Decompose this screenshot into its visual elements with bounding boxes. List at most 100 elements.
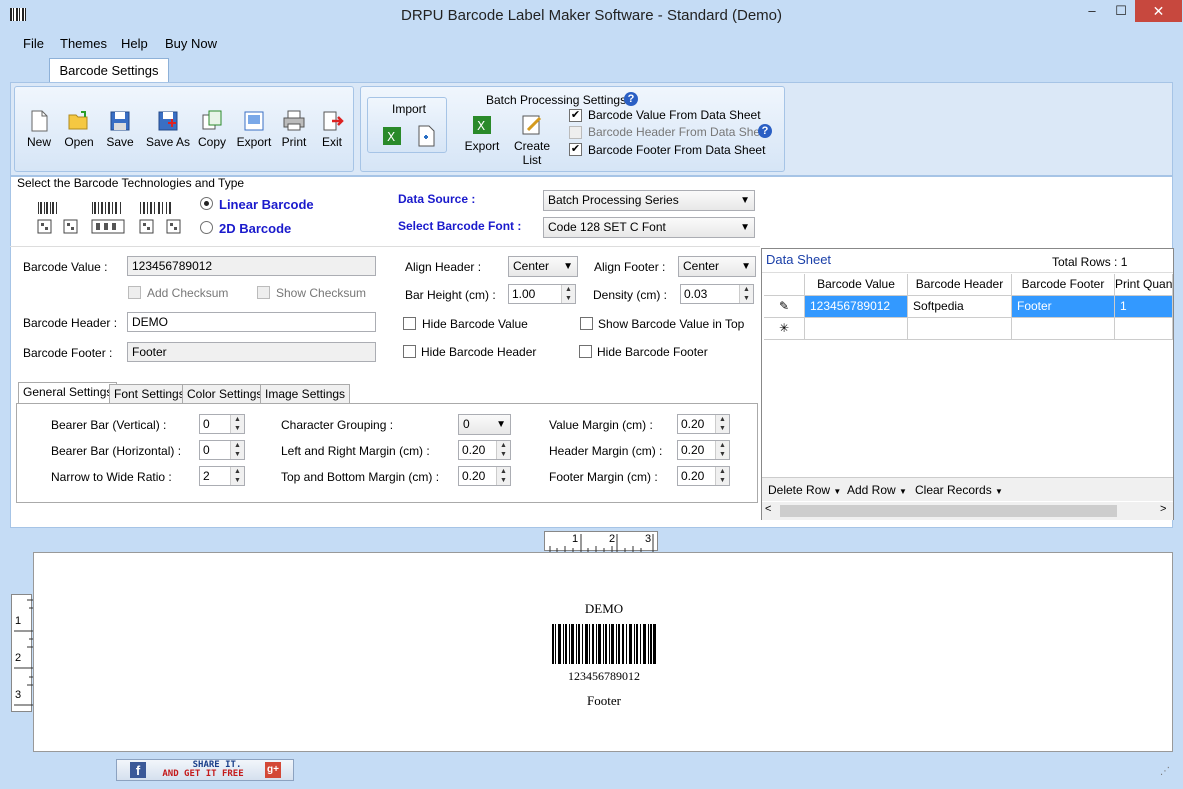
spin-arrows-icon[interactable]: ▲ ▼ (496, 441, 510, 459)
tab-general-settings[interactable]: General Settings (18, 382, 118, 404)
table-cell[interactable]: 1 (1115, 296, 1173, 318)
facebook-icon[interactable]: f (130, 762, 146, 778)
bar-height-stepper[interactable]: 1.00 ▲ ▼ (508, 284, 576, 304)
linear-barcode-label[interactable]: Linear Barcode (219, 197, 314, 212)
tab-font-settings[interactable]: Font Settings (109, 384, 190, 404)
resize-grip-icon[interactable]: ⋰ (1160, 766, 1170, 777)
add-row-button[interactable]: Add Row ▼ (847, 483, 907, 497)
align-header-select[interactable]: Center ▼ (508, 256, 578, 277)
import-file-icon[interactable] (414, 124, 438, 148)
export-button[interactable]: Export (232, 109, 276, 149)
table-cell[interactable] (1012, 318, 1115, 340)
value-from-sheet-checkbox[interactable]: ✔ (569, 109, 582, 122)
hide-header-checkbox[interactable] (403, 345, 416, 358)
barcode-font-select[interactable]: Code 128 SET C Font ▼ (543, 217, 755, 238)
spin-arrows-icon[interactable]: ▲ ▼ (715, 467, 729, 485)
data-sheet-panel: Data Sheet Total Rows : 1 Barcode Value … (761, 248, 1174, 520)
2d-barcode-radio[interactable] (200, 221, 213, 234)
table-cell[interactable] (908, 318, 1012, 340)
spin-arrows-icon[interactable]: ▲ ▼ (739, 285, 753, 303)
save-as-icon (158, 111, 178, 131)
tab-barcode-settings[interactable]: Barcode Settings (49, 58, 169, 83)
copy-button[interactable]: Copy (190, 109, 234, 149)
menu-buy-now[interactable]: Buy Now (165, 36, 217, 51)
save-as-button[interactable]: Save As (143, 109, 193, 149)
barcode-label-preview[interactable]: DEMO 123456789012 Footer (547, 595, 661, 713)
save-button[interactable]: Save (98, 109, 142, 149)
header-from-sheet-checkbox[interactable] (569, 126, 582, 139)
footer-margin-stepper[interactable]: 0.20 ▲ ▼ (677, 466, 730, 486)
window-title: DRPU Barcode Label Maker Software - Stan… (401, 7, 782, 24)
barcode-type-thumbnails[interactable] (36, 200, 184, 236)
barcode-footer-input[interactable]: Footer (127, 342, 376, 362)
bearer-vertical-stepper[interactable]: 0 ▲ ▼ (199, 414, 245, 434)
data-source-select[interactable]: Batch Processing Series ▼ (543, 190, 755, 211)
tech-title: Select the Barcode Technologies and Type (17, 176, 245, 190)
footer-from-sheet-checkbox[interactable]: ✔ (569, 143, 582, 156)
share-banner[interactable]: f SHARE IT. AND GET IT FREE g+ (116, 759, 294, 781)
show-value-top-checkbox[interactable] (580, 317, 593, 330)
add-checksum-checkbox[interactable] (128, 286, 141, 299)
show-checksum-checkbox[interactable] (257, 286, 270, 299)
column-header[interactable]: Barcode Header (908, 274, 1012, 296)
total-rows: Total Rows : 1 (1052, 255, 1128, 269)
bearer-horizontal-stepper[interactable]: 0 ▲ ▼ (199, 440, 245, 460)
tab-color-settings[interactable]: Color Settings (182, 384, 268, 404)
2d-barcode-label[interactable]: 2D Barcode (219, 221, 291, 236)
spin-arrows-icon[interactable]: ▲ ▼ (715, 441, 729, 459)
google-plus-icon[interactable]: g+ (265, 762, 281, 778)
align-footer-select[interactable]: Center ▼ (678, 256, 756, 277)
menu-file[interactable]: File (23, 36, 44, 51)
menu-themes[interactable]: Themes (60, 36, 107, 51)
spin-arrows-icon[interactable]: ▲ ▼ (715, 415, 729, 433)
header-from-sheet-label: Barcode Header From Data Sheet (588, 125, 771, 139)
new-row-icon[interactable]: ✳ (764, 318, 805, 340)
exit-button[interactable]: Exit (310, 109, 354, 149)
scroll-left-icon[interactable]: < (765, 503, 771, 515)
barcode-header-input[interactable]: DEMO (127, 312, 376, 332)
char-grouping-select[interactable]: 0 ▼ (458, 414, 511, 435)
scroll-right-icon[interactable]: > (1160, 503, 1166, 515)
spin-arrows-icon[interactable]: ▲ ▼ (230, 467, 244, 485)
lr-margin-stepper[interactable]: 0.20 ▲ ▼ (458, 440, 511, 460)
hide-value-checkbox[interactable] (403, 317, 416, 330)
save-label: Save (106, 135, 134, 149)
density-stepper[interactable]: 0.03 ▲ ▼ (680, 284, 754, 304)
spin-arrows-icon[interactable]: ▲ ▼ (230, 441, 244, 459)
ratio-stepper[interactable]: 2 ▲ ▼ (199, 466, 245, 486)
table-cell[interactable]: 123456789012 (805, 296, 908, 318)
linear-barcode-radio[interactable] (200, 197, 213, 210)
create-list-button[interactable]: Create List (504, 113, 560, 167)
table-cell[interactable]: Softpedia (908, 296, 1012, 318)
scroll-thumb[interactable] (780, 505, 1117, 517)
column-header[interactable]: Barcode Value (805, 274, 908, 296)
table-cell[interactable] (805, 318, 908, 340)
spin-arrows-icon[interactable]: ▲ ▼ (561, 285, 575, 303)
minimize-button[interactable]: – (1077, 0, 1107, 22)
table-cell[interactable] (1115, 318, 1173, 340)
batch-export-button[interactable]: X Export (460, 113, 504, 153)
close-button[interactable]: ✕ (1135, 0, 1182, 22)
header-margin-stepper[interactable]: 0.20 ▲ ▼ (677, 440, 730, 460)
batch-help-icon[interactable]: ? (624, 92, 638, 106)
hide-footer-checkbox[interactable] (579, 345, 592, 358)
spin-arrows-icon[interactable]: ▲ ▼ (496, 467, 510, 485)
column-header[interactable]: Print Quant (1115, 274, 1173, 296)
menu-help[interactable]: Help (121, 36, 148, 51)
tb-margin-stepper[interactable]: 0.20 ▲ ▼ (458, 466, 511, 486)
header-help-icon[interactable]: ? (758, 124, 772, 138)
table-cell[interactable]: Footer (1012, 296, 1115, 318)
new-button[interactable]: New (17, 109, 61, 149)
horizontal-scrollbar[interactable]: < > (762, 502, 1173, 520)
barcode-value-input[interactable]: 123456789012 (127, 256, 376, 276)
value-margin-stepper[interactable]: 0.20 ▲ ▼ (677, 414, 730, 434)
column-header[interactable]: Barcode Footer (1012, 274, 1115, 296)
delete-row-button[interactable]: Delete Row ▼ (768, 483, 841, 497)
import-excel-icon[interactable]: X (380, 124, 404, 148)
clear-records-button[interactable]: Clear Records ▼ (915, 483, 1003, 497)
open-button[interactable]: Open (57, 109, 101, 149)
maximize-button[interactable]: ☐ (1107, 0, 1135, 22)
row-edit-icon[interactable]: ✎ (764, 296, 805, 318)
tab-image-settings[interactable]: Image Settings (260, 384, 351, 404)
spin-arrows-icon[interactable]: ▲ ▼ (230, 415, 244, 433)
